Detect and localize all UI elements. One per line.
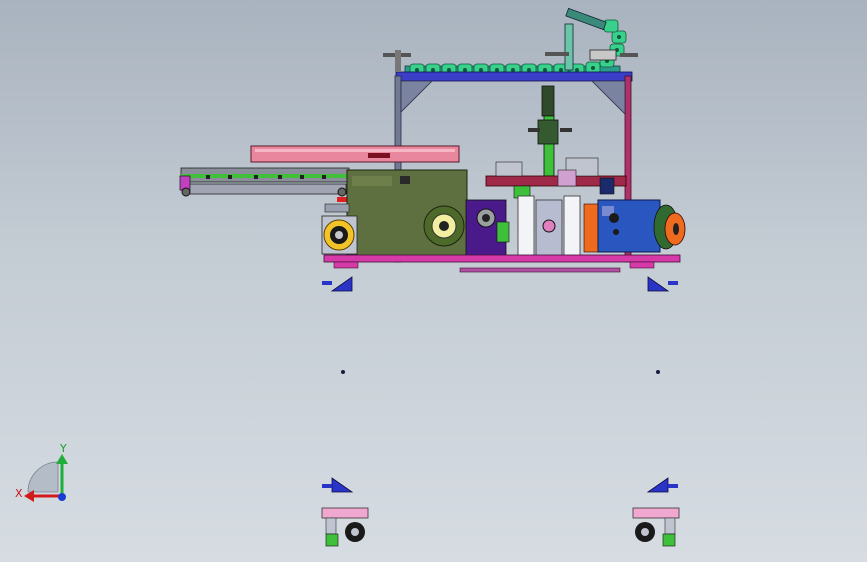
base-plate[interactable] [323, 254, 681, 273]
axis-triad: Y X [15, 442, 68, 502]
conveyor-belt[interactable] [179, 167, 350, 202]
pneumatic-cylinder[interactable] [528, 85, 572, 177]
y-axis-arrowhead [56, 454, 68, 464]
reference-point [341, 370, 345, 374]
left-caster-wheel[interactable] [321, 507, 369, 547]
drive-motor[interactable] [597, 199, 686, 253]
mounting-bracket-upper-right[interactable] [647, 276, 678, 292]
film-reel[interactable] [423, 205, 465, 247]
mounting-bracket-lower-right[interactable] [646, 477, 678, 493]
y-axis-label: Y [59, 442, 67, 455]
upper-mechanism[interactable] [485, 157, 627, 199]
x-axis-label: X [15, 487, 23, 500]
mounting-bracket-lower-left[interactable] [322, 477, 354, 493]
upper-rail[interactable] [250, 145, 460, 163]
z-axis-point [58, 493, 66, 501]
graphics-viewport[interactable]: Y X [0, 0, 867, 562]
mounting-bracket-upper-left[interactable] [322, 276, 353, 292]
reference-point [656, 370, 660, 374]
right-caster-wheel[interactable] [632, 507, 680, 547]
triad-plane [27, 461, 59, 493]
cable-drag-chain[interactable] [404, 7, 627, 77]
lower-mechanism[interactable] [465, 195, 599, 257]
